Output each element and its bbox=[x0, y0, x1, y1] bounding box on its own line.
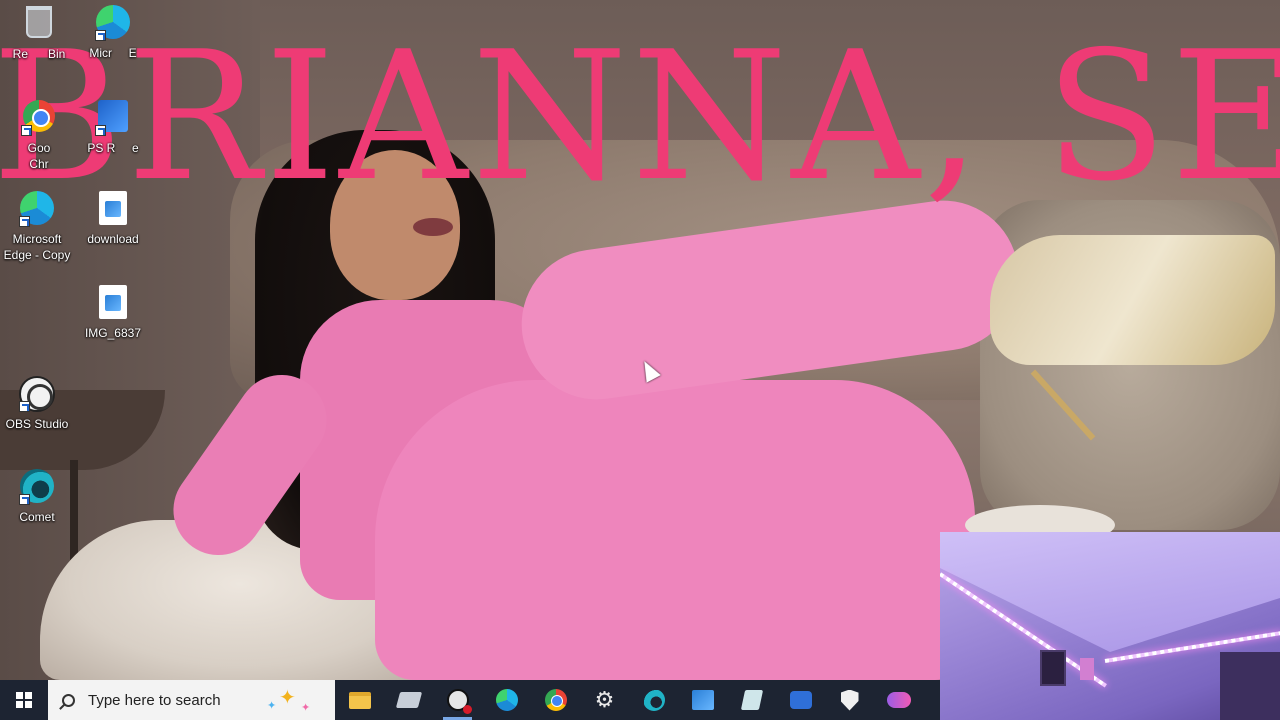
shield-icon bbox=[840, 689, 859, 711]
search-placeholder: Type here to search bbox=[88, 691, 221, 709]
chrome-icon bbox=[544, 689, 567, 711]
desktop-icon-microsoft-edge[interactable]: Micr E bbox=[76, 4, 150, 61]
desktop-icon-ps-remote-play[interactable]: PS R e bbox=[76, 98, 150, 156]
webcam-overlay bbox=[940, 532, 1280, 720]
notes-icon bbox=[740, 690, 763, 710]
shortcut-arrow-icon bbox=[19, 494, 30, 505]
taskbar: Type here to search ✦ ✦ ✦ ⚙ bbox=[0, 680, 940, 720]
taskbar-drive[interactable] bbox=[384, 680, 433, 720]
desktop-icon-label: Comet bbox=[19, 510, 55, 524]
wall-poster bbox=[1080, 658, 1094, 680]
wallpaper-overlay-text: BRIANNA, SE bbox=[0, 13, 1280, 220]
shortcut-arrow-icon bbox=[95, 30, 106, 41]
image-file-icon bbox=[95, 191, 131, 227]
obs-icon bbox=[446, 689, 472, 714]
chrome-icon bbox=[21, 100, 57, 136]
taskbar-notes[interactable] bbox=[727, 680, 776, 720]
ps-remote-play-icon bbox=[95, 100, 131, 136]
desktop-icon-recycle-bin[interactable]: Re Bin bbox=[2, 4, 76, 62]
desktop-icon-obs-studio[interactable]: OBS Studio bbox=[0, 376, 74, 432]
gear-icon: ⚙ bbox=[594, 687, 615, 712]
desktop-icon-label: Micr E bbox=[89, 46, 137, 60]
photos-icon bbox=[691, 690, 714, 710]
taskbar-security[interactable] bbox=[825, 680, 874, 720]
edge-icon bbox=[95, 5, 131, 41]
desktop-icon-label: OBS Studio bbox=[5, 417, 69, 431]
taskbar-gaming[interactable] bbox=[874, 680, 923, 720]
drive-icon bbox=[395, 692, 422, 708]
desktop-icon-label: IMG_6837 bbox=[84, 326, 142, 340]
edge-icon bbox=[495, 689, 518, 711]
desktop-icon-download[interactable]: download bbox=[76, 190, 150, 247]
taskbar-google-chrome[interactable] bbox=[531, 680, 580, 720]
gamepad-icon bbox=[886, 692, 911, 708]
desktop-icon-label: download bbox=[87, 232, 139, 246]
desktop-icon-label: Microsoft Edge - Copy bbox=[3, 232, 71, 262]
desktop-icon-label: PS R e bbox=[87, 141, 139, 155]
obs-icon bbox=[19, 376, 55, 412]
image-file-icon bbox=[95, 285, 131, 321]
desktop-icon-label: Re Bin bbox=[12, 47, 66, 61]
search-highlight-icon: ✦ ✦ ✦ bbox=[267, 687, 311, 714]
edge-icon bbox=[19, 191, 55, 227]
windows-logo-icon bbox=[16, 692, 32, 708]
taskbar-obs-studio[interactable] bbox=[433, 680, 482, 720]
search-icon bbox=[62, 693, 75, 707]
start-button[interactable] bbox=[0, 680, 48, 720]
desktop-icon-img-6837[interactable]: IMG_6837 bbox=[76, 284, 150, 341]
taskbar-microsoft-edge[interactable] bbox=[482, 680, 531, 720]
desktop-icon-edge-copy[interactable]: Microsoft Edge - Copy bbox=[0, 190, 74, 263]
taskbar-settings[interactable]: ⚙ bbox=[580, 680, 629, 720]
comet-icon bbox=[19, 469, 55, 505]
shortcut-arrow-icon bbox=[19, 401, 30, 412]
taskbar-search-box[interactable]: Type here to search ✦ ✦ ✦ bbox=[48, 680, 335, 720]
game-bar-icon bbox=[789, 691, 812, 709]
taskbar-comet[interactable] bbox=[629, 680, 678, 720]
desktop-icon-comet[interactable]: Comet bbox=[0, 468, 74, 525]
shortcut-arrow-icon bbox=[19, 216, 30, 227]
comet-icon bbox=[642, 689, 665, 711]
shortcut-arrow-icon bbox=[95, 125, 106, 136]
recycle-bin-icon bbox=[21, 6, 57, 42]
shortcut-arrow-icon bbox=[21, 125, 32, 136]
wall-picture-frame bbox=[1040, 650, 1066, 686]
doorway bbox=[1220, 652, 1280, 720]
taskbar-game-bar[interactable] bbox=[776, 680, 825, 720]
taskbar-photos[interactable] bbox=[678, 680, 727, 720]
desktop-icon-google-chrome[interactable]: Goo Chr bbox=[2, 98, 76, 172]
heel-shoe bbox=[990, 235, 1275, 365]
desktop-icon-label: Goo Chr bbox=[27, 141, 51, 171]
taskbar-file-explorer[interactable] bbox=[335, 680, 384, 720]
folder-icon bbox=[348, 691, 371, 709]
